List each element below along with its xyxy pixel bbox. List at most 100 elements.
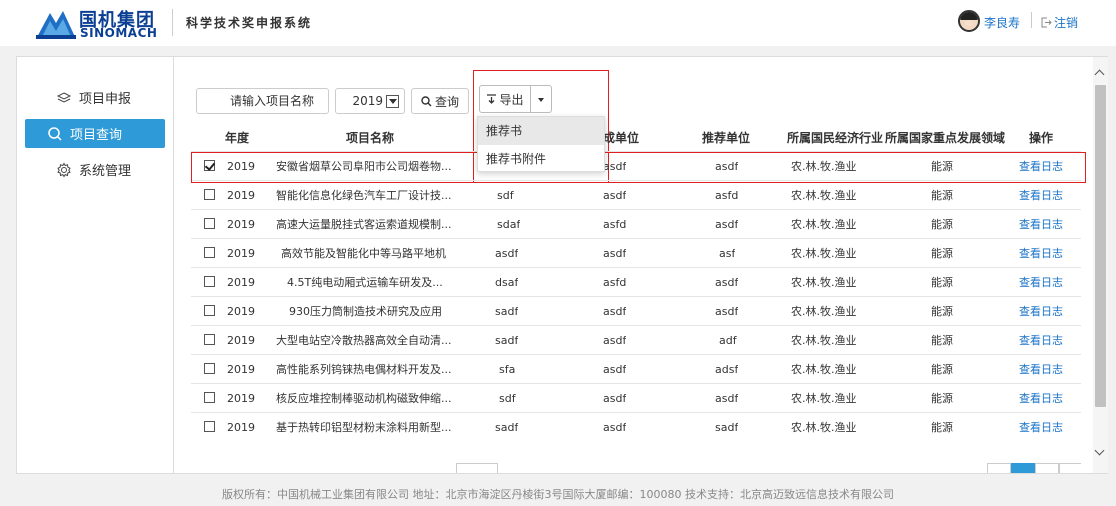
query-button-label: 查询: [434, 94, 459, 109]
table-row[interactable]: 2019 高速大运量脱挂式客运索道规模制... sdaf asfd asdf 农…: [191, 209, 1081, 238]
table-row[interactable]: 2019 高性能系列钨铼热电偶材料开发及... sfa asdf adsf 农.…: [191, 354, 1081, 383]
header: 国机集团 SINOMACH 科学技术奖申报系统 李良寿 注销: [0, 0, 1116, 46]
cell-industry: 农.林.牧.渔业: [791, 247, 857, 260]
view-log-link[interactable]: 查看日志: [1019, 239, 1063, 268]
row-checkbox[interactable]: [204, 276, 215, 287]
search-icon: [48, 126, 62, 141]
cell-unit: dsaf: [495, 276, 519, 289]
table-row[interactable]: 2019 大型电站空冷散热器高效全自动清... sadf asdf adf 农.…: [191, 325, 1081, 354]
sidebar-item-project-apply[interactable]: 项目申报: [25, 83, 165, 112]
year-select[interactable]: 2019: [335, 88, 405, 114]
export-menu-item-recommendation-attachment[interactable]: 推荐书附件: [478, 145, 604, 173]
table-row[interactable]: 2019 智能化信息化绿色汽车工厂设计技... sdf asdf asfd 农.…: [191, 180, 1081, 209]
cell-completion-unit: asdf: [603, 305, 627, 318]
table-row[interactable]: 2019 4.5T纯电动厢式运输车研发及... dsaf asfd asdf 农…: [191, 267, 1081, 296]
footer-copyright: 版权所有：中国机械工业集团有限公司 地址：北京市海淀区丹棱街3号国际大厦邮编：1…: [222, 488, 894, 501]
row-checkbox[interactable]: [204, 421, 215, 432]
logout-button[interactable]: 注销: [1041, 14, 1078, 31]
table-row[interactable]: 2019 核反应堆控制棒驱动机构磁致伸缩... sdf asdf asdf 农.…: [191, 383, 1081, 412]
page-size-input[interactable]: [456, 463, 498, 473]
view-log-link[interactable]: 查看日志: [1019, 326, 1063, 355]
table-row[interactable]: 2019 930压力筒制造技术研究及应用 sadf asdf asdf 农.林.…: [191, 296, 1081, 325]
cell-recommending-unit: asdf: [715, 160, 739, 173]
view-log-link[interactable]: 查看日志: [1019, 384, 1063, 413]
cell-project-name: 智能化信息化绿色汽车工厂设计技...: [276, 189, 452, 202]
export-button[interactable]: 导出: [479, 85, 531, 113]
row-checkbox[interactable]: [204, 392, 215, 403]
cell-year: 2019: [227, 305, 255, 318]
view-log-link[interactable]: 查看日志: [1019, 181, 1063, 210]
cell-recommending-unit: asdf: [715, 392, 739, 405]
pager-page-button[interactable]: [1035, 463, 1059, 473]
table-row[interactable]: 2019 基于热转印铝型材粉末涂料用新型... sadf asdf sadf 农…: [191, 412, 1081, 441]
cell-unit: sdf: [499, 392, 516, 405]
scroll-thumb[interactable]: [1095, 85, 1106, 407]
project-name-search-input[interactable]: 请输入项目名称: [196, 88, 329, 114]
query-content: 请输入项目名称 2019 查询 导出 推荐书 推荐书附件 年度 项目名称 完成单…: [175, 57, 1093, 473]
cell-industry: 农.林.牧.渔业: [791, 392, 857, 405]
avatar[interactable]: [958, 10, 980, 32]
export-icon: [487, 93, 497, 104]
cell-project-name: 高效节能及智能化中等马路平地机: [281, 247, 446, 260]
gear-icon: [57, 162, 71, 177]
cell-industry: 农.林.牧.渔业: [791, 421, 857, 434]
search-icon: [421, 95, 432, 106]
sidebar-item-label: 项目申报: [79, 92, 132, 107]
scroll-up-arrow-icon[interactable]: [1093, 69, 1108, 81]
layers-icon: [56, 91, 72, 103]
sidebar-item-label: 系统管理: [79, 164, 132, 179]
row-checkbox[interactable]: [204, 305, 215, 316]
column-header-industry: 所属国民经济行业: [786, 131, 883, 145]
cell-project-name: 核反应堆控制棒驱动机构磁致伸缩...: [276, 392, 452, 405]
view-log-link[interactable]: 查看日志: [1019, 413, 1063, 442]
cell-year: 2019: [227, 363, 255, 376]
table-row[interactable]: 2019 高效节能及智能化中等马路平地机 asdf asdf asf 农.林.牧…: [191, 238, 1081, 267]
cell-project-name: 930压力筒制造技术研究及应用: [289, 305, 442, 318]
cell-year: 2019: [227, 334, 255, 347]
cell-key-field: 能源: [931, 421, 953, 434]
view-log-link[interactable]: 查看日志: [1019, 152, 1063, 181]
cell-year: 2019: [227, 218, 255, 231]
cell-completion-unit: asfd: [603, 276, 627, 289]
cell-project-name: 高速大运量脱挂式客运索道规模制...: [276, 218, 452, 231]
pager-next-button[interactable]: [1059, 463, 1081, 473]
cell-key-field: 能源: [931, 392, 953, 405]
user-name-link[interactable]: 李良寿: [984, 14, 1020, 31]
row-checkbox[interactable]: [204, 160, 215, 171]
row-checkbox[interactable]: [204, 334, 215, 345]
cell-key-field: 能源: [931, 276, 953, 289]
row-checkbox[interactable]: [204, 363, 215, 374]
scroll-down-arrow-icon[interactable]: [1093, 447, 1108, 459]
pager-page-button[interactable]: [1011, 463, 1035, 473]
table-row[interactable]: 2019 安徽省烟草公司阜阳市公司烟卷物... asdf asdf 农.林.牧.…: [191, 151, 1081, 180]
cell-key-field: 能源: [931, 160, 953, 173]
view-log-link[interactable]: 查看日志: [1019, 355, 1063, 384]
view-log-link[interactable]: 查看日志: [1019, 268, 1063, 297]
cell-recommending-unit: adsf: [715, 363, 739, 376]
pager-prev-button[interactable]: [987, 463, 1011, 473]
cell-key-field: 能源: [931, 305, 953, 318]
export-dropdown-toggle[interactable]: [530, 85, 552, 113]
cell-industry: 农.林.牧.渔业: [791, 218, 857, 231]
vertical-scrollbar[interactable]: [1093, 57, 1108, 473]
cell-unit: sadf: [495, 421, 519, 434]
sidebar-item-project-query[interactable]: 项目查询: [25, 119, 165, 148]
avatar-hair: [960, 12, 978, 20]
cell-recommending-unit: asfd: [715, 189, 739, 202]
view-log-link[interactable]: 查看日志: [1019, 210, 1063, 239]
row-checkbox[interactable]: [204, 189, 215, 200]
row-checkbox[interactable]: [204, 247, 215, 258]
cell-recommending-unit: asdf: [715, 276, 739, 289]
column-header-project-name: 项目名称: [345, 131, 394, 145]
sidebar: 项目申报 项目查询 系统管理: [17, 57, 174, 473]
cell-key-field: 能源: [931, 218, 953, 231]
sinomach-logo-icon: [36, 11, 76, 39]
row-checkbox[interactable]: [204, 218, 215, 229]
cell-industry: 农.林.牧.渔业: [791, 363, 857, 376]
query-button[interactable]: 查询: [411, 88, 469, 114]
cell-unit: sdf: [497, 189, 514, 202]
user-divider: [1031, 12, 1032, 28]
view-log-link[interactable]: 查看日志: [1019, 297, 1063, 326]
export-menu-item-recommendation[interactable]: 推荐书: [478, 117, 604, 145]
sidebar-item-system-admin[interactable]: 系统管理: [25, 155, 165, 184]
